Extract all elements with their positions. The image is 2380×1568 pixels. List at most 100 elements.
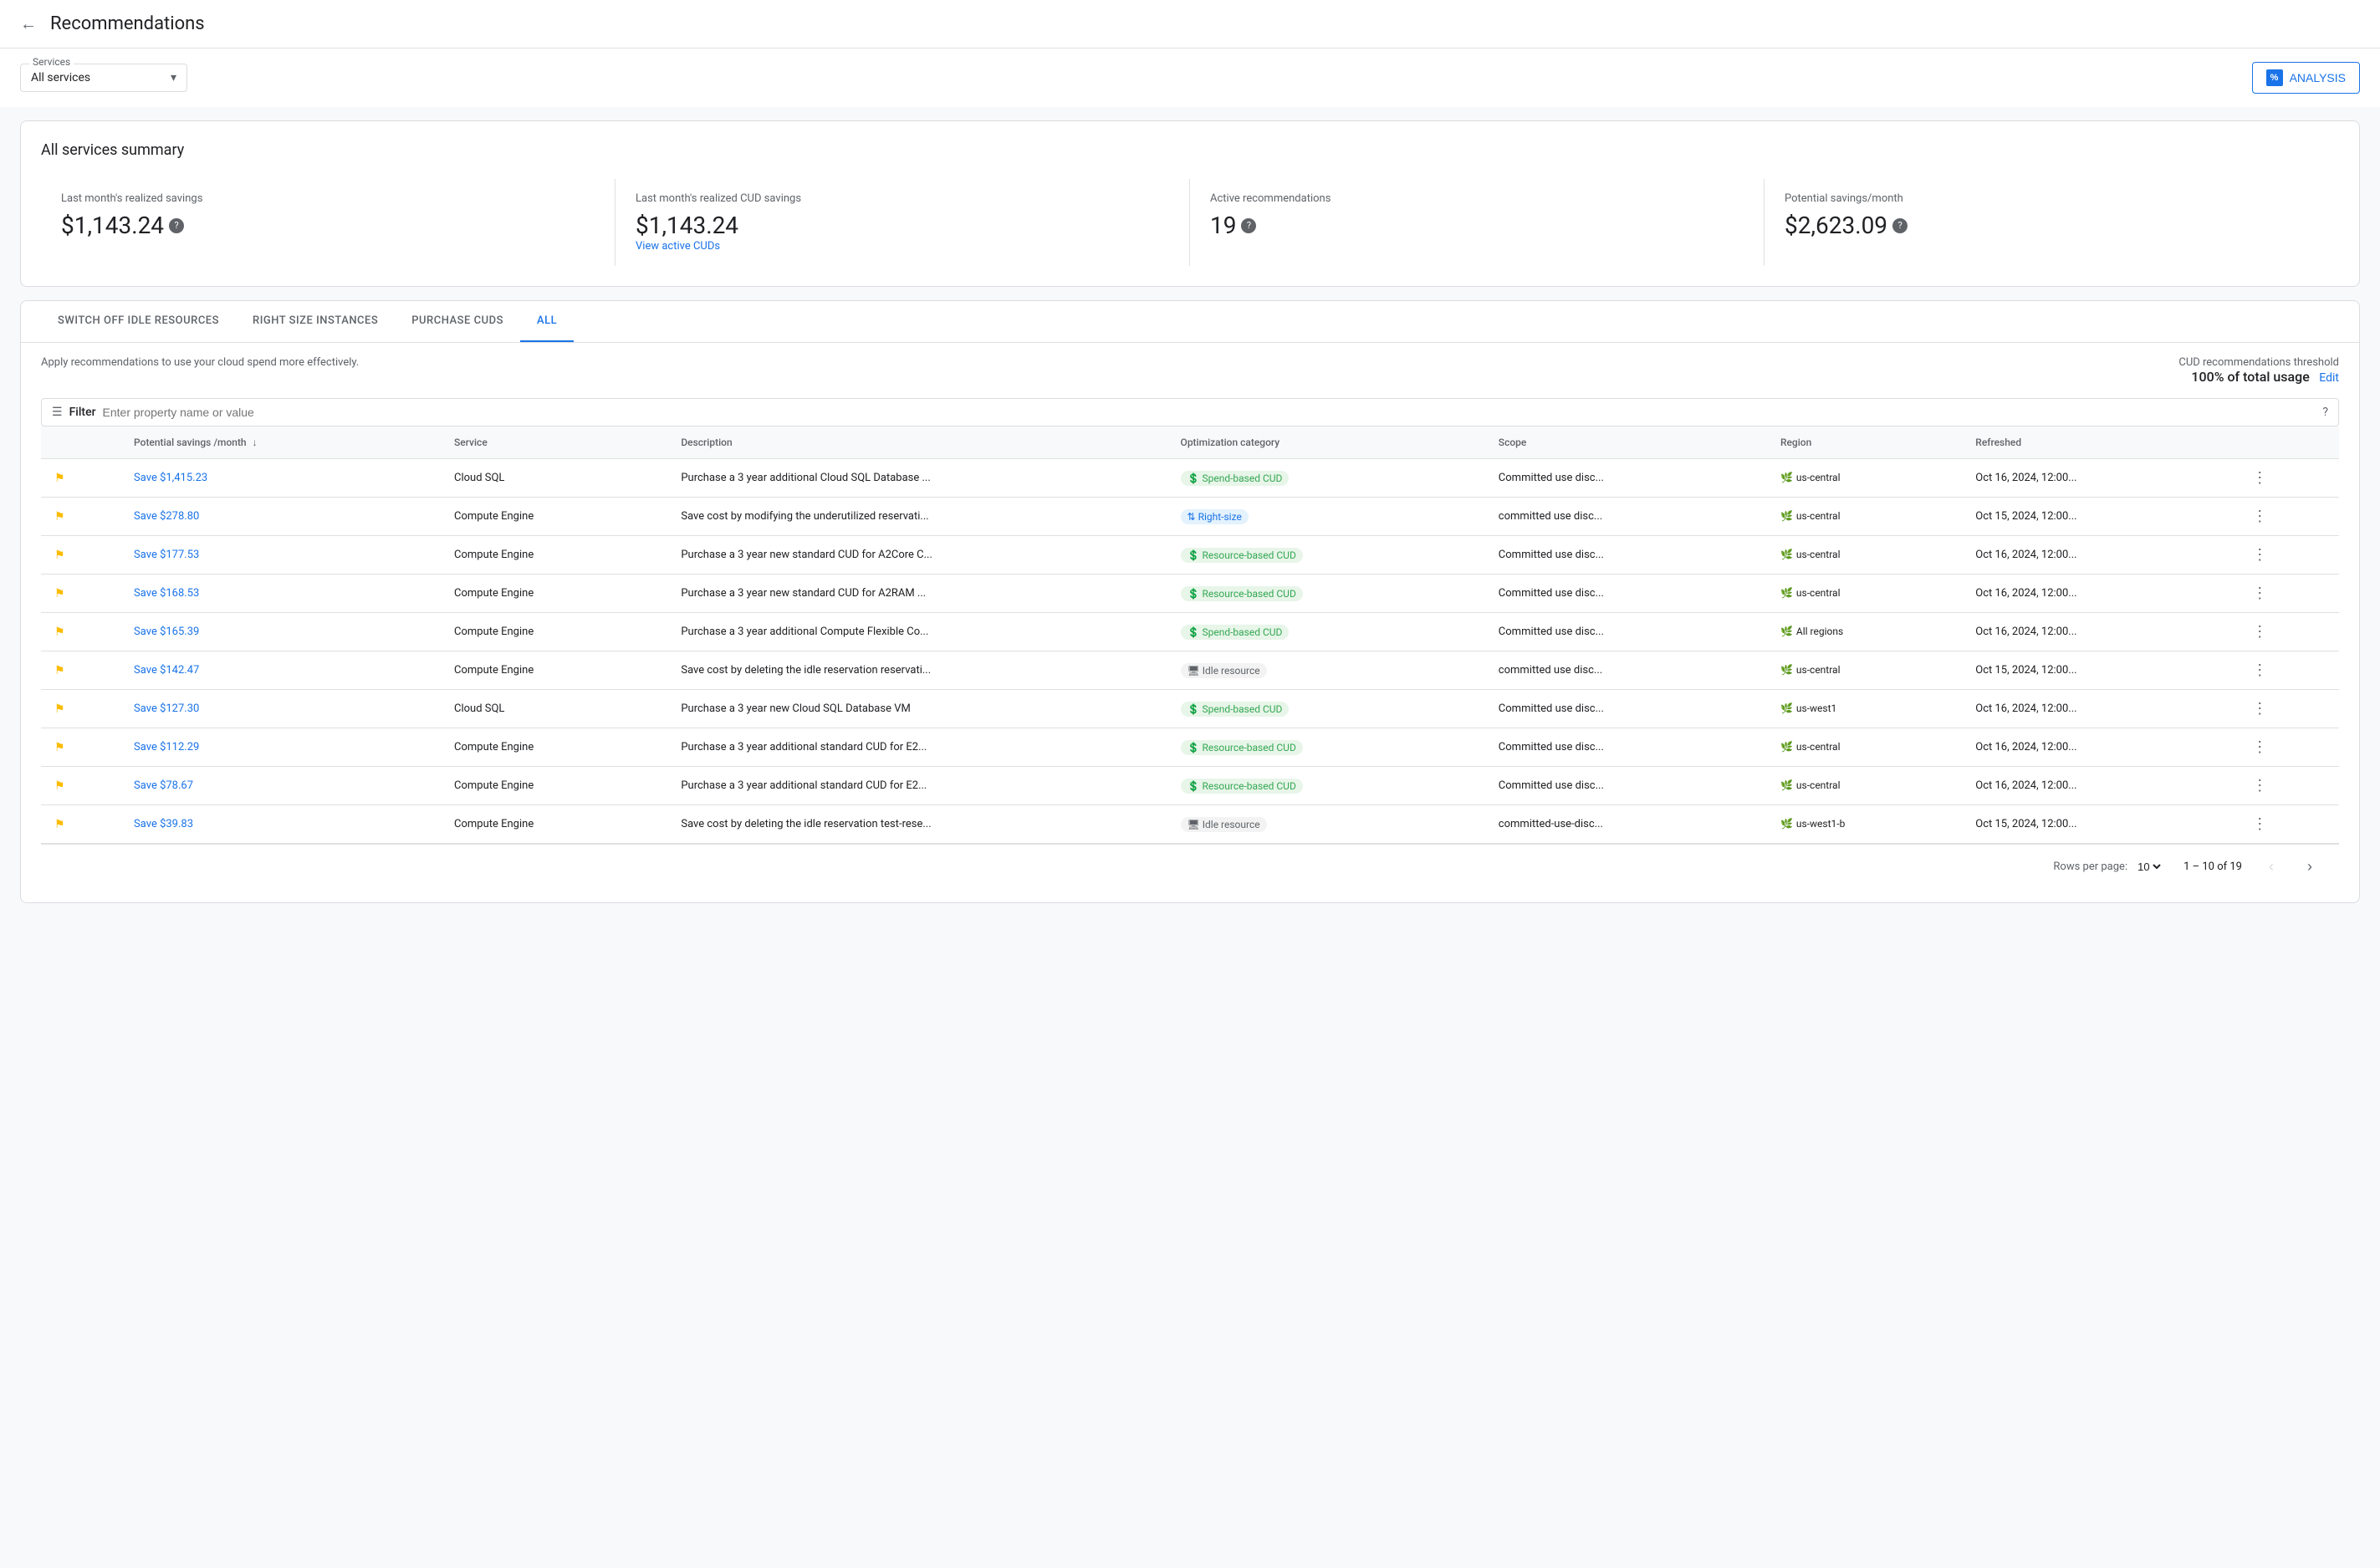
row-region-1: 🌿 us-central xyxy=(1767,498,1962,536)
row-service-8: Compute Engine xyxy=(441,767,667,805)
analysis-button[interactable]: % ANALYSIS xyxy=(2252,62,2360,94)
row-region-5: 🌿 us-central xyxy=(1767,651,1962,690)
more-options-icon[interactable]: ⋮ xyxy=(2249,466,2270,490)
row-service-2: Compute Engine xyxy=(441,536,667,575)
col-header-scope: Scope xyxy=(1485,426,1767,459)
row-scope-9: committed-use-disc... xyxy=(1485,805,1767,844)
summary-card-cud-savings: Last month's realized CUD savings $1,143… xyxy=(615,179,1190,266)
row-refreshed-4: Oct 16, 2024, 12:00... xyxy=(1962,613,2235,651)
row-savings-0[interactable]: Save $1,415.23 xyxy=(120,459,441,498)
row-savings-2[interactable]: Save $177.53 xyxy=(120,536,441,575)
cud-threshold: CUD recommendations threshold 100% of to… xyxy=(2178,356,2339,385)
row-region-6: 🌿 us-west1 xyxy=(1767,690,1962,728)
row-refreshed-1: Oct 15, 2024, 12:00... xyxy=(1962,498,2235,536)
row-savings-6[interactable]: Save $127.30 xyxy=(120,690,441,728)
row-more-2[interactable]: ⋮ xyxy=(2235,536,2339,575)
potential-savings-value: $2,623.09 ? xyxy=(1785,212,2319,239)
row-optimization-8: 💲 Resource-based CUD xyxy=(1167,767,1485,805)
cud-savings-label: Last month's realized CUD savings xyxy=(636,192,1169,205)
active-recommendations-label: Active recommendations xyxy=(1210,192,1744,205)
row-scope-1: committed use disc... xyxy=(1485,498,1767,536)
row-more-3[interactable]: ⋮ xyxy=(2235,575,2339,613)
row-more-6[interactable]: ⋮ xyxy=(2235,690,2339,728)
summary-card-realized-savings: Last month's realized savings $1,143.24 … xyxy=(41,179,615,266)
row-flag-1: ⚑ xyxy=(41,498,120,536)
row-more-8[interactable]: ⋮ xyxy=(2235,767,2339,805)
row-optimization-3: 💲 Resource-based CUD xyxy=(1167,575,1485,613)
row-savings-9[interactable]: Save $39.83 xyxy=(120,805,441,844)
table-row: ⚑ Save $165.39 Compute Engine Purchase a… xyxy=(41,613,2339,651)
row-more-4[interactable]: ⋮ xyxy=(2235,613,2339,651)
row-scope-7: Committed use disc... xyxy=(1485,728,1767,767)
row-region-0: 🌿 us-central xyxy=(1767,459,1962,498)
table-row: ⚑ Save $168.53 Compute Engine Purchase a… xyxy=(41,575,2339,613)
tab-header-row: Apply recommendations to use your cloud … xyxy=(41,356,2339,385)
tab-purchase-cuds[interactable]: PURCHASE CUDS xyxy=(395,301,520,342)
filter-label: Filter xyxy=(69,406,96,419)
row-more-0[interactable]: ⋮ xyxy=(2235,459,2339,498)
row-savings-7[interactable]: Save $112.29 xyxy=(120,728,441,767)
row-refreshed-6: Oct 16, 2024, 12:00... xyxy=(1962,690,2235,728)
col-header-savings[interactable]: Potential savings /month ↓ xyxy=(120,426,441,459)
previous-page-button[interactable]: ‹ xyxy=(2262,855,2280,879)
row-region-7: 🌿 us-central xyxy=(1767,728,1962,767)
more-options-icon[interactable]: ⋮ xyxy=(2249,543,2270,567)
row-description-5: Save cost by deleting the idle reservati… xyxy=(667,651,1167,690)
summary-card-active-recommendations: Active recommendations 19 ? xyxy=(1190,179,1765,266)
realized-savings-info-icon[interactable]: ? xyxy=(169,218,184,233)
filter-help-icon[interactable]: ? xyxy=(2322,406,2328,419)
table-header-row: Potential savings /month ↓ Service Descr… xyxy=(41,426,2339,459)
back-button[interactable]: ← xyxy=(20,13,37,34)
potential-savings-info-icon[interactable]: ? xyxy=(1892,218,1908,233)
row-more-1[interactable]: ⋮ xyxy=(2235,498,2339,536)
tabs: SWITCH OFF IDLE RESOURCES RIGHT SIZE INS… xyxy=(21,301,2359,343)
services-dropdown[interactable]: Services All services ▾ xyxy=(20,64,187,92)
row-savings-8[interactable]: Save $78.67 xyxy=(120,767,441,805)
rows-per-page: Rows per page: 10 25 50 xyxy=(2053,860,2163,874)
rows-per-page-select[interactable]: 10 25 50 xyxy=(2134,860,2163,874)
more-options-icon[interactable]: ⋮ xyxy=(2249,504,2270,529)
row-more-9[interactable]: ⋮ xyxy=(2235,805,2339,844)
cud-threshold-edit-link[interactable]: Edit xyxy=(2319,371,2339,385)
active-recommendations-info-icon[interactable]: ? xyxy=(1241,218,1256,233)
tab-right-size[interactable]: RIGHT SIZE INSTANCES xyxy=(236,301,395,342)
more-options-icon[interactable]: ⋮ xyxy=(2249,581,2270,605)
row-description-3: Purchase a 3 year new standard CUD for A… xyxy=(667,575,1167,613)
more-options-icon[interactable]: ⋮ xyxy=(2249,774,2270,798)
more-options-icon[interactable]: ⋮ xyxy=(2249,620,2270,644)
row-optimization-0: 💲 Spend-based CUD xyxy=(1167,459,1485,498)
row-description-0: Purchase a 3 year additional Cloud SQL D… xyxy=(667,459,1167,498)
col-header-region: Region xyxy=(1767,426,1962,459)
row-more-7[interactable]: ⋮ xyxy=(2235,728,2339,767)
row-description-1: Save cost by modifying the underutilized… xyxy=(667,498,1167,536)
filter-bar: ☰ Filter ? xyxy=(41,398,2339,426)
more-options-icon[interactable]: ⋮ xyxy=(2249,812,2270,836)
more-options-icon[interactable]: ⋮ xyxy=(2249,697,2270,721)
realized-savings-value: $1,143.24 ? xyxy=(61,212,595,239)
more-options-icon[interactable]: ⋮ xyxy=(2249,735,2270,759)
tab-switch-off-idle[interactable]: SWITCH OFF IDLE RESOURCES xyxy=(41,301,236,342)
row-scope-5: committed use disc... xyxy=(1485,651,1767,690)
tab-all-content: Apply recommendations to use your cloud … xyxy=(21,343,2359,902)
row-more-5[interactable]: ⋮ xyxy=(2235,651,2339,690)
filter-icon: ☰ xyxy=(52,406,63,419)
services-dropdown-label: Services xyxy=(29,56,74,68)
col-header-optimization: Optimization category xyxy=(1167,426,1485,459)
table-row: ⚑ Save $39.83 Compute Engine Save cost b… xyxy=(41,805,2339,844)
toolbar: Services All services ▾ % ANALYSIS xyxy=(0,49,2380,107)
more-options-icon[interactable]: ⋮ xyxy=(2249,658,2270,682)
table-row: ⚑ Save $278.80 Compute Engine Save cost … xyxy=(41,498,2339,536)
tab-all[interactable]: ALL xyxy=(520,301,574,342)
table-row: ⚑ Save $78.67 Compute Engine Purchase a … xyxy=(41,767,2339,805)
row-region-3: 🌿 us-central xyxy=(1767,575,1962,613)
row-savings-5[interactable]: Save $142.47 xyxy=(120,651,441,690)
row-service-1: Compute Engine xyxy=(441,498,667,536)
view-active-cuds-link[interactable]: View active CUDs xyxy=(636,240,720,253)
row-savings-4[interactable]: Save $165.39 xyxy=(120,613,441,651)
services-dropdown-value: All services xyxy=(31,71,164,84)
row-savings-1[interactable]: Save $278.80 xyxy=(120,498,441,536)
table-row: ⚑ Save $142.47 Compute Engine Save cost … xyxy=(41,651,2339,690)
row-savings-3[interactable]: Save $168.53 xyxy=(120,575,441,613)
next-page-button[interactable]: › xyxy=(2301,855,2319,879)
filter-input[interactable] xyxy=(103,406,2323,419)
